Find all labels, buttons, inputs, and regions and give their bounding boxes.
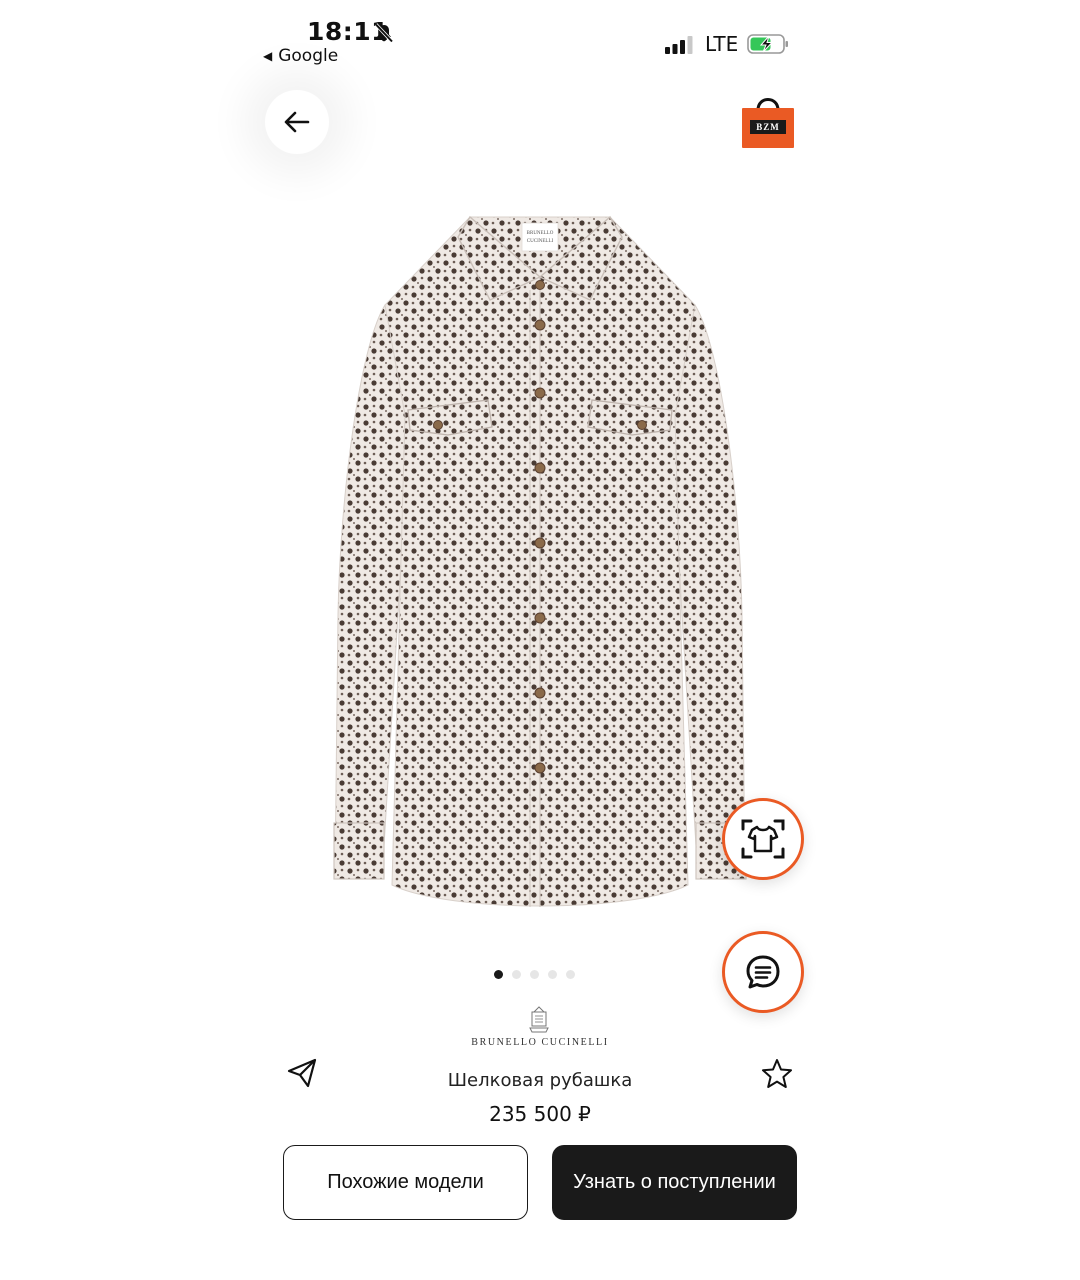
shirt-label-line-1: BRUNELLO bbox=[527, 231, 554, 236]
virtual-try-on-button[interactable] bbox=[722, 798, 804, 880]
star-outline-icon[interactable] bbox=[760, 1057, 794, 1091]
bell-muted-icon bbox=[374, 23, 394, 43]
pagination-dot[interactable] bbox=[530, 970, 539, 979]
network-type: LTE bbox=[705, 32, 739, 56]
product-title: Шелковая рубашка bbox=[447, 1070, 633, 1091]
back-triangle-icon: ◀ bbox=[263, 49, 273, 63]
store-logo-text: BZM bbox=[750, 120, 786, 134]
chat-bubble-icon bbox=[746, 955, 780, 989]
paper-plane-icon[interactable] bbox=[285, 1056, 319, 1090]
similar-models-button[interactable]: Похожие модели bbox=[283, 1145, 528, 1220]
back-to-app-link[interactable]: ◀ Google bbox=[263, 46, 338, 66]
app-screen: 18:11 ◀ Google LTE BZM BRUNELLO CUCINELL… bbox=[245, 0, 810, 1280]
store-logo[interactable]: BZM bbox=[740, 94, 796, 150]
arrow-left-icon bbox=[284, 111, 310, 133]
image-pagination bbox=[494, 970, 575, 979]
pagination-dot[interactable] bbox=[548, 970, 557, 979]
shirt-scan-icon bbox=[741, 819, 785, 859]
brand-emblem-icon bbox=[529, 1006, 549, 1033]
signal-icon bbox=[665, 36, 693, 54]
product-price: 235 500 ₽ bbox=[489, 1102, 591, 1126]
notify-arrival-button[interactable]: Узнать о поступлении bbox=[552, 1145, 797, 1220]
pagination-dot[interactable] bbox=[512, 970, 521, 979]
back-app-label: Google bbox=[278, 46, 339, 66]
pagination-dot[interactable] bbox=[566, 970, 575, 979]
pagination-dot[interactable] bbox=[494, 970, 503, 979]
back-button[interactable] bbox=[265, 90, 329, 154]
chat-button[interactable] bbox=[722, 931, 804, 1013]
brand-name[interactable]: BRUNELLO CUCINELLI bbox=[430, 1037, 650, 1048]
shirt-label-line-2: CUCINELLI bbox=[527, 239, 554, 244]
product-image[interactable]: BRUNELLO CUCINELLI bbox=[330, 195, 750, 925]
battery-charging-icon bbox=[747, 34, 788, 54]
